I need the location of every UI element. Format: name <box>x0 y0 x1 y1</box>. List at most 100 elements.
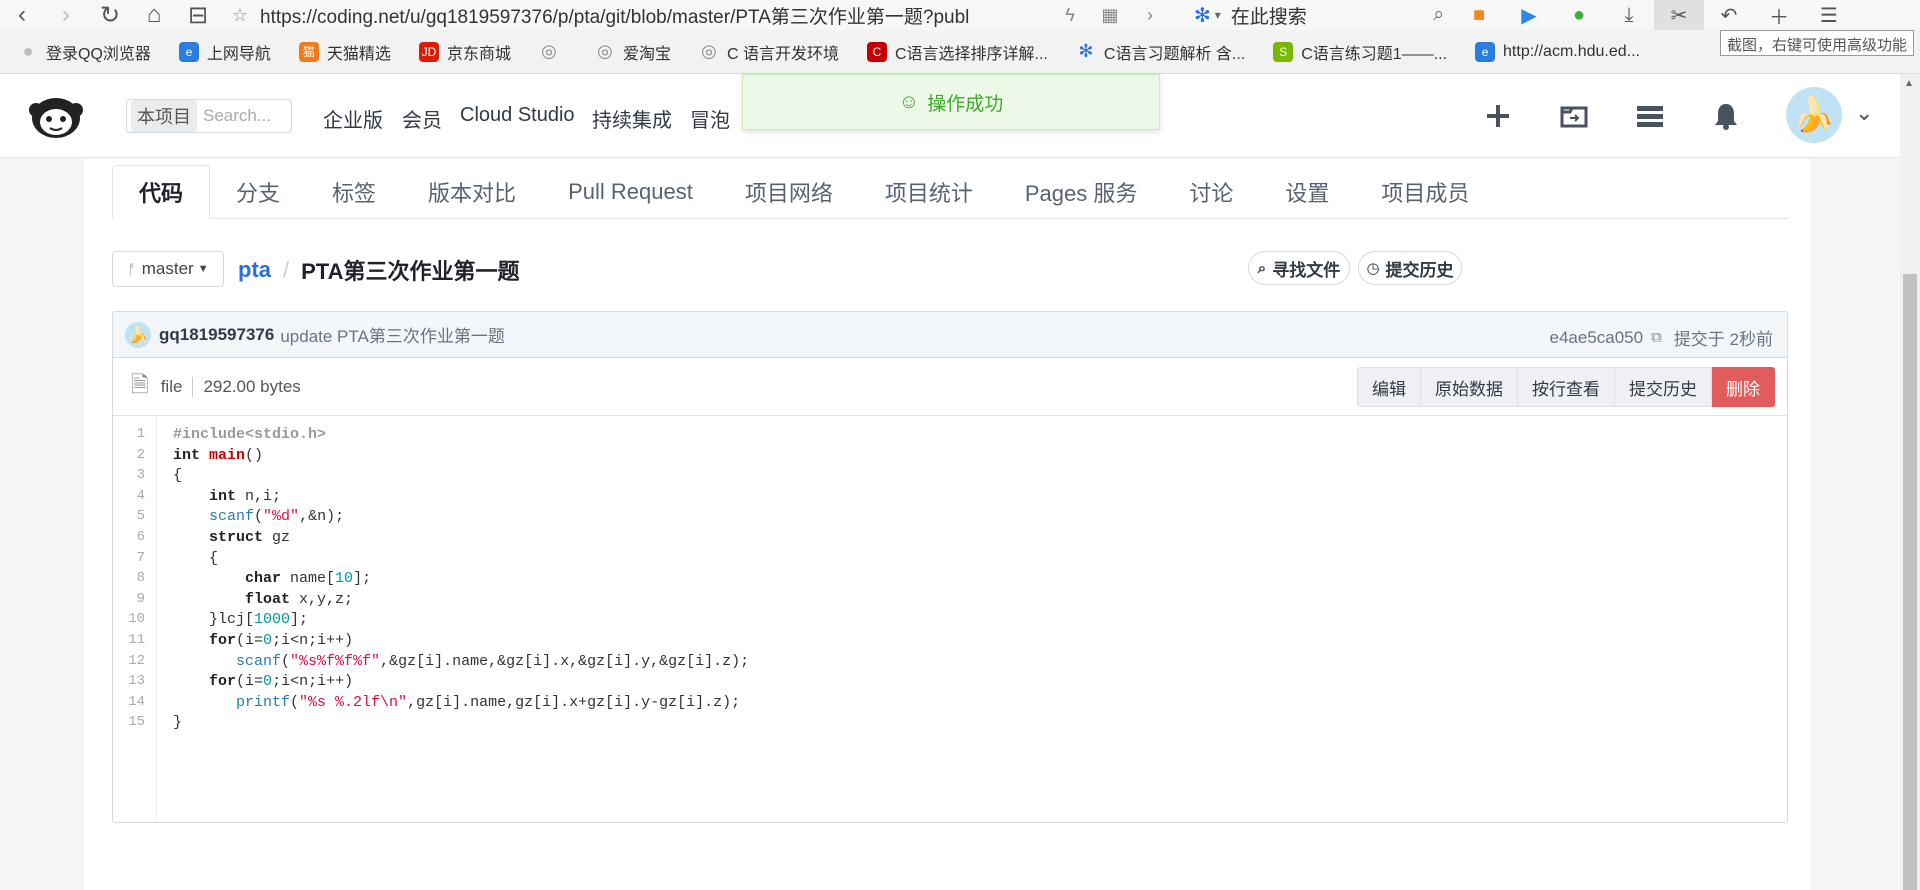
create-plus-icon[interactable] <box>1482 100 1514 132</box>
edit-button[interactable]: 编辑 <box>1357 367 1421 407</box>
project-tabs: 代码 分支 标签 版本对比 Pull Request 项目网络 项目统计 Pages 服务 讨论… <box>112 165 1788 219</box>
sogou-icon: S <box>1273 41 1294 62</box>
tab-3[interactable]: 版本对比 <box>402 165 542 219</box>
chevron-down-icon[interactable]: ⌄ <box>1855 100 1873 126</box>
url-field[interactable]: https://coding.net/u/gq1819597376/p/pta/… <box>260 2 1050 29</box>
search-icon: ⌕ <box>1257 259 1267 277</box>
nav-ci[interactable]: 持续集成 <box>592 104 672 133</box>
commit-user[interactable]: gq1819597376 <box>159 325 274 345</box>
bookmark-item[interactable]: e http://acm.hdu.ed... <box>1475 41 1640 62</box>
coding-logo-icon[interactable] <box>26 90 86 142</box>
video-icon[interactable]: ■ <box>1454 0 1504 30</box>
bookmark-item[interactable]: JD 京东商城 <box>418 40 511 64</box>
bookmark-item[interactable]: ◎ C 语言开发环境 <box>699 40 839 64</box>
copy-icon[interactable]: ⧉ <box>1651 329 1662 346</box>
bookmark-label: 上网导航 <box>206 45 271 63</box>
history-label: 提交历史 <box>1385 260 1454 280</box>
tab-8[interactable]: 讨论 <box>1163 165 1259 219</box>
lightning-icon[interactable]: ϟ <box>1050 0 1090 30</box>
scope-label[interactable]: 本项目 <box>131 100 197 132</box>
bookmark-label: 京东商城 <box>446 45 511 63</box>
home-icon[interactable]: ⌂ <box>132 0 176 30</box>
bookmark-item[interactable]: ✻ C语言习题解析 含... <box>1076 40 1245 64</box>
bookmark-label: 登录QQ浏览器 <box>46 45 151 63</box>
code-line: 15} <box>113 710 1787 735</box>
tab-10[interactable]: 项目成员 <box>1355 165 1495 219</box>
bookmark-item[interactable]: ● 登录QQ浏览器 <box>18 40 151 64</box>
nav-bubble[interactable]: 冒泡 <box>690 104 730 133</box>
breadcrumb-file: PTA第三次作业第一题 <box>301 259 520 284</box>
smile-icon: ☺ <box>898 90 920 113</box>
find-file-button[interactable]: ⌕ 寻找文件 <box>1248 251 1350 285</box>
code-viewer[interactable]: 1 #include<stdio.h> 2 int main() 3{4 int n,i… <box>113 416 1787 822</box>
forward-icon[interactable]: › <box>44 0 88 30</box>
back-icon[interactable]: ‹ <box>0 0 44 30</box>
screenshot-tooltip: 截图，右键可使用高级功能 <box>1719 30 1914 56</box>
raw-button[interactable]: 原始数据 <box>1421 367 1518 407</box>
search-icon[interactable]: ⌕ <box>1433 4 1444 26</box>
history-button[interactable]: ◷ 提交历史 <box>1358 251 1462 285</box>
main-content: 代码 分支 标签 版本对比 Pull Request 项目网络 项目统计 Pages 服务 讨论… <box>84 159 1810 890</box>
inbox-icon[interactable] <box>1558 100 1590 132</box>
commit-message[interactable]: update PTA第三次作业第一题 <box>280 322 505 347</box>
tab-0[interactable]: 代码 <box>112 165 211 219</box>
bookmark-bar: ● 登录QQ浏览器 e 上网导航 猫天猫精选 JD 京东商城 ◎ ◎ 爱淘宝 ◎ C 语言开发环境 C C… <box>0 30 1920 74</box>
tab-7[interactable]: Pages 服务 <box>999 165 1164 219</box>
tab-9[interactable]: 设置 <box>1259 165 1355 219</box>
search-placeholder: Search... <box>203 106 272 125</box>
scissors-icon[interactable]: ✂ <box>1654 0 1704 30</box>
line-number[interactable]: 15 <box>113 710 145 735</box>
tab-2[interactable]: 标签 <box>306 165 402 219</box>
branch-name: master <box>141 259 194 278</box>
scroll-up-icon[interactable]: ▲ <box>1904 78 1914 89</box>
bookmark-item[interactable]: e 上网导航 <box>178 40 271 64</box>
tab-1[interactable]: 分支 <box>210 165 306 219</box>
branch-select[interactable]: ᚠ master ▼ <box>112 251 224 287</box>
breadcrumb-separator: / <box>283 257 290 282</box>
undo-icon[interactable]: ↶ <box>1704 0 1754 30</box>
player-icon[interactable]: ▶ <box>1504 0 1554 30</box>
search-label: 在此搜索 <box>1230 6 1307 28</box>
bell-icon[interactable] <box>1710 100 1742 132</box>
bookmark-item[interactable]: S C语言练习题1——... <box>1273 40 1447 64</box>
nav-enterprise[interactable]: 企业版 <box>323 104 383 133</box>
file-size: 292.00 bytes <box>203 376 301 396</box>
path-row: ᚠ master ▼ pta / PTA第三次作业第一题 ⌕ 寻找文件 ◷ 提交… <box>112 249 1788 289</box>
reload-icon[interactable]: ↻ <box>88 0 132 30</box>
wechat-icon[interactable]: ● <box>1554 0 1604 30</box>
bookmark-item[interactable]: ◎ <box>539 41 567 62</box>
baidu-paw-icon: ✻ <box>1194 4 1211 27</box>
success-toast: ☺ 操作成功 <box>742 74 1160 130</box>
plus-icon[interactable]: ＋ <box>1754 0 1804 30</box>
reader-icon[interactable]: ⊟ <box>176 0 220 30</box>
breadcrumb-repo-link[interactable]: pta <box>238 257 271 283</box>
search-engine-box[interactable]: ✻ ▾ 在此搜索 ⌕ <box>1194 2 1454 29</box>
list-icon[interactable] <box>1634 100 1666 132</box>
caret-down-icon: ▼ <box>197 263 209 275</box>
delete-button[interactable]: 删除 <box>1712 367 1775 407</box>
file-history-button[interactable]: 提交历史 <box>1615 367 1712 407</box>
chevron-right-icon[interactable]: › <box>1130 0 1170 30</box>
tab-5[interactable]: 项目网络 <box>719 165 859 219</box>
commit-hash[interactable]: e4ae5ca050 <box>1550 328 1644 348</box>
file-bar: 🗎 file 292.00 bytes 编辑 原始数据 按行查看 提交历史 删除 <box>113 358 1787 416</box>
user-avatar[interactable]: 🍌 <box>1786 87 1842 143</box>
blame-button[interactable]: 按行查看 <box>1518 367 1615 407</box>
star-icon[interactable]: ☆ <box>220 0 260 30</box>
scroll-thumb[interactable] <box>1903 274 1917 890</box>
menu-icon[interactable]: ☰ <box>1804 0 1854 30</box>
download-icon[interactable]: ⤓ <box>1604 0 1654 30</box>
bookmark-item[interactable]: 猫天猫精选 <box>298 40 391 64</box>
bookmark-item[interactable]: ◎ 爱淘宝 <box>595 40 671 64</box>
commit-avatar[interactable]: 🍌 <box>125 321 151 348</box>
globe-icon: ◎ <box>701 41 717 61</box>
page-scrollbar[interactable]: ▲ <box>1900 74 1920 890</box>
bookmark-item[interactable]: C C语言选择排序详解... <box>866 40 1048 64</box>
nav-cloud-studio[interactable]: Cloud Studio <box>460 104 575 127</box>
nav-membership[interactable]: 会员 <box>402 104 442 133</box>
tab-6[interactable]: 项目统计 <box>859 165 999 219</box>
project-search[interactable]: 本项目 Search... <box>126 99 292 133</box>
tab-4[interactable]: Pull Request <box>542 165 719 219</box>
qrcode-icon[interactable]: ▦ <box>1090 0 1130 30</box>
csdn-icon: C <box>866 41 887 62</box>
